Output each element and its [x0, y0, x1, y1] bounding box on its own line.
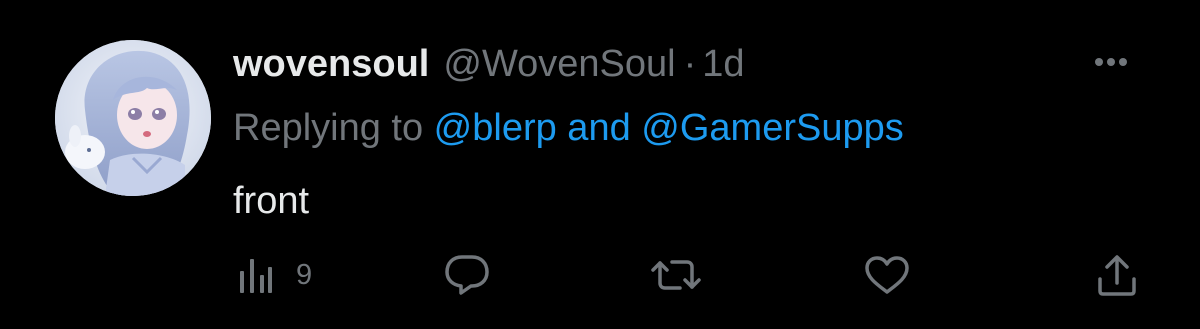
display-name[interactable]: wovensoul [233, 40, 429, 88]
replying-to-line: Replying to @blerp and @GamerSupps [233, 104, 904, 152]
mention-gamersupps[interactable]: @GamerSupps [641, 107, 903, 149]
reply-button[interactable] [444, 250, 490, 300]
more-button[interactable] [1086, 44, 1136, 80]
more-dots-icon [1095, 58, 1127, 66]
avatar-image [55, 40, 211, 196]
reply-bubble-icon [445, 255, 489, 295]
tweet-text: front [233, 180, 310, 222]
retweet-button[interactable] [650, 250, 702, 300]
views-count: 9 [296, 259, 313, 291]
avatar[interactable] [55, 40, 211, 196]
mention-conjunction[interactable]: and [557, 107, 642, 149]
retweet-icon [651, 260, 701, 290]
heart-icon [865, 256, 909, 294]
views-bar-chart-icon [240, 259, 272, 293]
share-upload-icon [1098, 255, 1136, 296]
separator-dot: · [683, 43, 697, 85]
timestamp[interactable]: 1d [702, 40, 744, 88]
views-button[interactable]: 9 [238, 250, 312, 300]
mention-blerp[interactable]: @blerp [434, 107, 557, 149]
like-button[interactable] [864, 250, 910, 300]
tweet-header: wovensoul @WovenSoul · 1d [233, 40, 745, 88]
replying-to-label: Replying to [233, 107, 434, 149]
share-button[interactable] [1096, 250, 1138, 300]
user-handle[interactable]: @WovenSoul [443, 40, 675, 88]
